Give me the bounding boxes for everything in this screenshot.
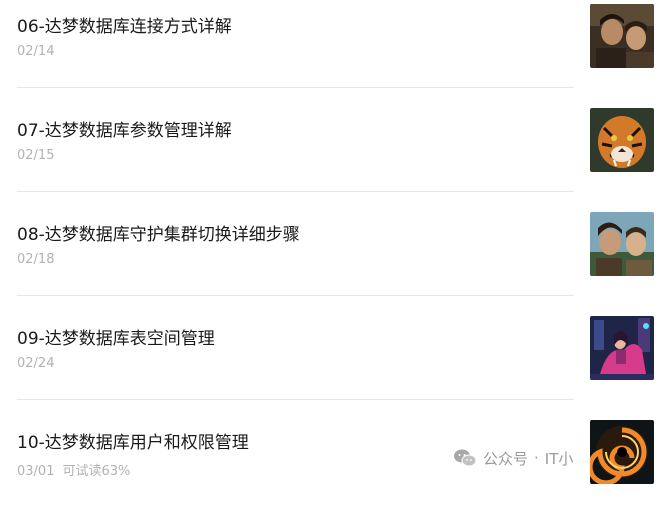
article-meta: 03/01 可试读63% — [17, 460, 130, 479]
wechat-icon — [453, 448, 477, 468]
article-title: 10-达梦数据库用户和权限管理 — [17, 433, 249, 453]
watermark-account: IT小 — [544, 449, 574, 468]
article-title: 08-达梦数据库守护集群切换详细步骤 — [17, 225, 300, 245]
item-divider — [17, 191, 574, 192]
item-divider — [17, 295, 574, 296]
article-date: 02/15 — [17, 148, 55, 163]
wechat-watermark: 公众号 · IT小 — [453, 446, 573, 470]
article-meta: 02/14 — [17, 44, 54, 59]
portrait-men-thumbnail-icon — [590, 212, 654, 276]
article-meta: 02/24 — [17, 356, 54, 371]
article-date: 03/01 — [17, 464, 55, 479]
article-thumbnail[interactable] — [590, 108, 654, 172]
watermark-brand: 公众号 — [483, 449, 529, 468]
article-title: 06-达梦数据库连接方式详解 — [17, 17, 232, 37]
neon-rider-thumbnail-icon — [590, 316, 654, 380]
article-title: 09-达梦数据库表空间管理 — [17, 329, 215, 349]
article-thumbnail[interactable] — [590, 420, 654, 484]
article-thumbnail[interactable] — [590, 4, 654, 68]
article-date: 02/18 — [17, 252, 55, 267]
article-date: 02/14 — [17, 44, 55, 59]
article-thumbnail[interactable] — [590, 212, 654, 276]
article-meta: 02/15 — [17, 148, 54, 163]
article-thumbnail[interactable] — [590, 316, 654, 380]
item-divider — [17, 399, 574, 400]
list-item[interactable]: 09-达梦数据库表空间管理 02/24 — [0, 312, 663, 416]
watermark-separator: · — [534, 449, 539, 467]
article-title: 07-达梦数据库参数管理详解 — [17, 121, 232, 141]
trial-read-badge: 可试读63% — [62, 464, 131, 479]
list-item[interactable]: 06-达梦数据库连接方式详解 02/14 — [0, 0, 663, 104]
article-meta: 02/18 — [17, 252, 54, 267]
article-date: 02/24 — [17, 356, 55, 371]
item-divider — [17, 87, 574, 88]
list-item[interactable]: 08-达梦数据库守护集群切换详细步骤 02/18 — [0, 208, 663, 312]
portrait-two-men-thumbnail-icon — [590, 4, 654, 68]
spiral-vortex-thumbnail-icon — [590, 420, 654, 484]
tiger-thumbnail-icon — [590, 108, 654, 172]
list-item[interactable]: 07-达梦数据库参数管理详解 02/15 — [0, 104, 663, 208]
